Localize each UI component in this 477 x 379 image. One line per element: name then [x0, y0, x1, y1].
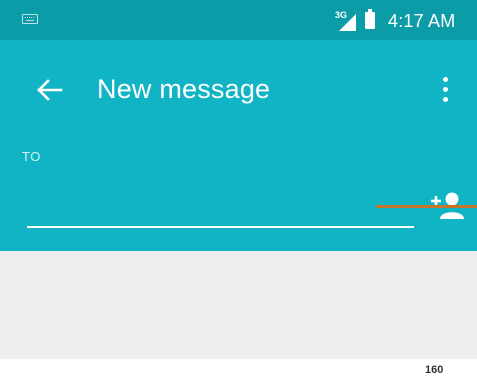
recipient-input[interactable]: [27, 196, 414, 226]
signal-icon: [339, 14, 356, 31]
keyboard-icon: [22, 14, 38, 24]
app-bar: New message TO: [0, 40, 477, 251]
status-bar: 3G 4:17 AM: [0, 0, 477, 40]
arrow-left-icon: [37, 79, 63, 101]
overflow-menu-button[interactable]: [434, 74, 458, 106]
recipient-input-underline: [27, 226, 414, 228]
status-time: 4:17 AM: [388, 11, 456, 31]
accent-line: [376, 205, 477, 208]
more-vertical-icon: [443, 77, 448, 82]
recipient-label: TO: [22, 149, 41, 164]
battery-icon: [365, 9, 375, 29]
back-button[interactable]: [30, 70, 70, 110]
page-title: New message: [97, 74, 271, 104]
message-compose-area[interactable]: [0, 251, 477, 359]
character-count: 160: [425, 364, 444, 376]
